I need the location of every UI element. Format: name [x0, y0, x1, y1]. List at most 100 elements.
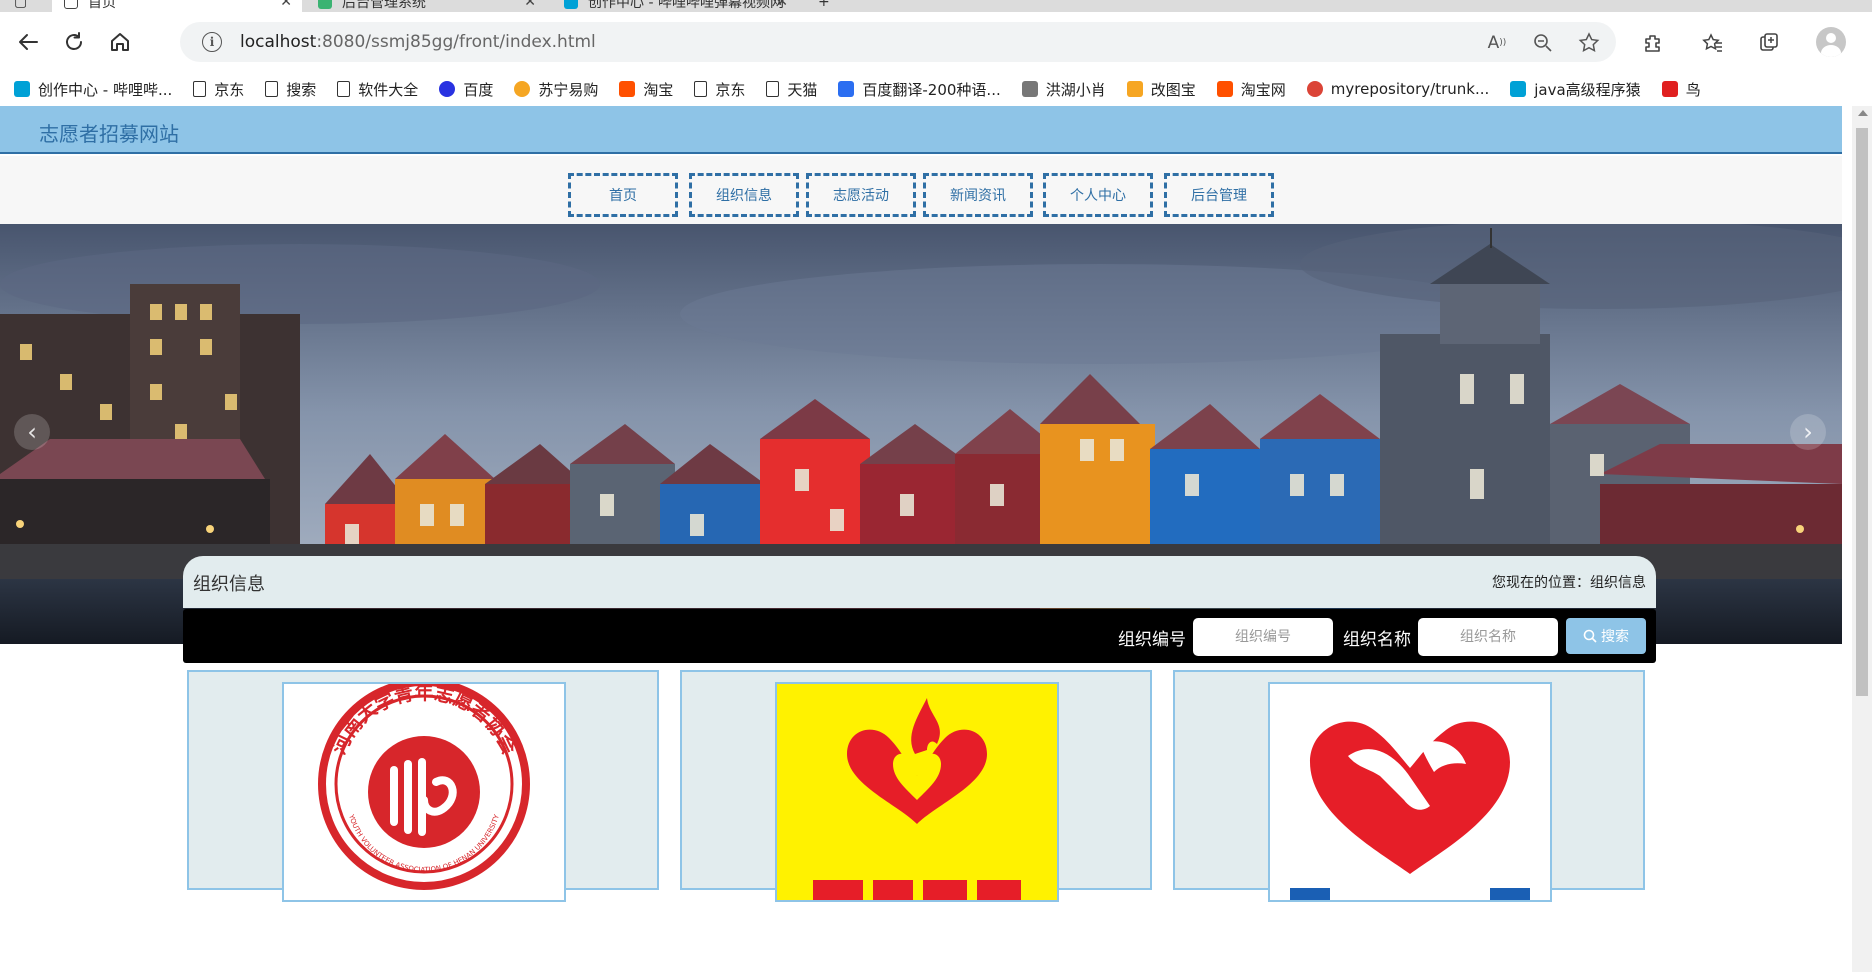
tab-bilibili[interactable]: 创作中心 - 哔哩哔哩弹幕视频网 ✕ [552, 0, 798, 12]
site-header: 志愿者招募网站 [0, 106, 1842, 154]
close-icon[interactable]: ✕ [280, 0, 292, 10]
breadcrumb: 您现在的位置：组织信息 [1492, 575, 1646, 591]
bookmark-label: myrepository/trunk... [1330, 80, 1490, 98]
bookmark-item[interactable]: myrepository/trunk... [1306, 80, 1490, 98]
org-name-input[interactable] [1418, 618, 1558, 656]
bookmark-item[interactable]: 百度翻译-200种语... [838, 79, 1001, 100]
close-icon[interactable]: ✕ [776, 0, 788, 10]
read-aloud-icon[interactable]: A)) [1484, 30, 1510, 56]
bookmark-item[interactable]: 苏宁易购 [514, 79, 598, 100]
site-title: 志愿者招募网站 [39, 122, 179, 146]
tab-label: 后台管理系统 [342, 0, 426, 11]
profile-avatar[interactable] [1816, 27, 1846, 57]
back-arrow-icon [19, 34, 38, 50]
close-icon[interactable]: ✕ [524, 0, 536, 10]
reload-icon [66, 32, 82, 50]
bookmark-label: 苏宁易购 [538, 80, 599, 99]
nav-item-profile[interactable]: 个人中心 [1043, 173, 1153, 217]
bilibili-icon [564, 0, 578, 9]
favorite-add-icon[interactable] [1576, 30, 1602, 56]
scroll-up-icon[interactable] [1858, 110, 1868, 116]
nav-item-home[interactable]: 首页 [568, 173, 678, 217]
bookmark-item[interactable]: 京东 [694, 79, 745, 100]
bookmark-item[interactable]: 京东 [193, 79, 244, 100]
chrome-icon [1306, 81, 1323, 97]
carousel-next-button[interactable]: › [1790, 414, 1826, 450]
home-button[interactable] [104, 26, 136, 58]
translate-icon [838, 81, 855, 97]
search-label-org-id: 组织编号 [1118, 630, 1186, 650]
baidu-paw-icon [439, 81, 456, 97]
extensions-icon[interactable] [1640, 30, 1666, 56]
carousel-prev-button[interactable]: ‹ [14, 414, 50, 450]
browser-toolbar: i localhost:8080/ssmj85gg/front/index.ht… [0, 12, 1872, 72]
back-button[interactable] [12, 26, 44, 58]
home-icon [111, 33, 129, 51]
bookmark-label: 淘宝 [643, 80, 674, 99]
bookmark-label: 改图宝 [1150, 80, 1196, 99]
page-icon [766, 81, 780, 97]
site-info-icon[interactable]: i [202, 32, 222, 52]
bookmark-item[interactable]: 软件大全 [337, 79, 418, 100]
bookmark-item[interactable]: 淘宝网 [1216, 79, 1286, 100]
suning-icon [514, 81, 531, 97]
nav-item-news[interactable]: 新闻资讯 [923, 173, 1033, 217]
bookmark-label: 洪湖小肖 [1045, 80, 1106, 99]
nav-item-organizations[interactable]: 组织信息 [689, 173, 799, 217]
bookmark-label: 天猫 [787, 80, 818, 99]
search-label-org-name: 组织名称 [1343, 630, 1411, 650]
bookmark-label: 鸟 [1685, 80, 1701, 99]
bilibili-icon [1510, 81, 1527, 97]
org-logo-henan-university[interactable]: 河南大学青年志愿者协会 YOUTH VOLUNTEER ASSOCIATION … [282, 682, 566, 902]
org-logo-heart-flame[interactable] [775, 682, 1059, 902]
page-icon [193, 81, 207, 97]
bookmark-item[interactable]: 搜索 [265, 79, 316, 100]
bookmark-item[interactable]: 洪湖小肖 [1021, 79, 1106, 100]
page-icon [337, 81, 351, 97]
new-tab-button[interactable]: + [806, 0, 836, 12]
tab-strip: ▢ 首页 ✕ 后台管理系统 ✕ 创作中心 - 哔哩哔哩弹幕视频网 ✕ + [0, 0, 1872, 12]
org-id-input[interactable] [1193, 618, 1333, 656]
bookmark-label: java高级程序猿 [1534, 80, 1641, 99]
bookmark-label: 淘宝网 [1240, 80, 1286, 99]
favorites-icon[interactable] [1700, 30, 1726, 56]
org-card[interactable] [1173, 670, 1645, 902]
nav-item-admin[interactable]: 后台管理 [1164, 173, 1274, 217]
tab-label: 创作中心 - 哔哩哔哩弹幕视频网 [588, 0, 784, 11]
collections-icon[interactable] [1756, 30, 1782, 56]
address-bar[interactable]: i localhost:8080/ssmj85gg/front/index.ht… [180, 22, 1616, 62]
bookmark-item[interactable]: java高级程序猿 [1510, 79, 1641, 100]
bookmark-label: 京东 [715, 80, 746, 99]
page-icon [265, 81, 279, 97]
taobao-icon [1216, 81, 1233, 97]
volunteer-association-logo-icon: 河南大学青年志愿者协会 YOUTH VOLUNTEER ASSOCIATION … [318, 684, 530, 890]
scrollbar-thumb[interactable] [1856, 128, 1868, 696]
bookmark-item[interactable]: 创作中心 - 哔哩哔... [14, 79, 172, 100]
bookmark-label: 百度 [463, 80, 494, 99]
bookmark-item[interactable]: 鸟 [1661, 79, 1701, 100]
zoom-out-icon[interactable] [1530, 30, 1556, 56]
tab-admin[interactable]: 后台管理系统 ✕ [306, 0, 546, 12]
section-header: 组织信息 您现在的位置：组织信息 [183, 556, 1656, 608]
main-nav: 首页 组织信息 志愿活动 新闻资讯 个人中心 后台管理 [0, 156, 1842, 224]
bookmark-item[interactable]: 天猫 [766, 79, 817, 100]
bookmark-item[interactable]: 改图宝 [1126, 79, 1196, 100]
nav-item-activities[interactable]: 志愿活动 [806, 173, 916, 217]
page-scrollbar[interactable] [1852, 106, 1872, 972]
heart-hand-dove-logo-icon [1290, 721, 1530, 900]
org-card[interactable] [680, 670, 1152, 902]
org-logo-heart-hand[interactable] [1268, 682, 1552, 902]
bookmark-item[interactable]: 淘宝 [619, 79, 673, 100]
chevron-right-icon: › [1803, 418, 1813, 446]
search-button[interactable]: 搜索 [1566, 618, 1646, 654]
taobao-icon [619, 81, 636, 97]
bookmark-item[interactable]: 百度 [439, 79, 493, 100]
workspaces-icon[interactable]: ▢ [2, 0, 36, 12]
org-card[interactable]: 河南大学青年志愿者协会 YOUTH VOLUNTEER ASSOCIATION … [187, 670, 659, 902]
tab-home[interactable]: 首页 ✕ [52, 0, 302, 12]
bookmark-label: 百度翻译-200种语... [862, 80, 1001, 99]
bird-icon [1021, 81, 1038, 97]
reload-button[interactable] [58, 26, 90, 58]
page-viewport: 志愿者招募网站 首页 组织信息 志愿活动 新闻资讯 个人中心 后台管理 ‹ › … [0, 106, 1872, 972]
tab-label: 首页 [88, 0, 116, 11]
